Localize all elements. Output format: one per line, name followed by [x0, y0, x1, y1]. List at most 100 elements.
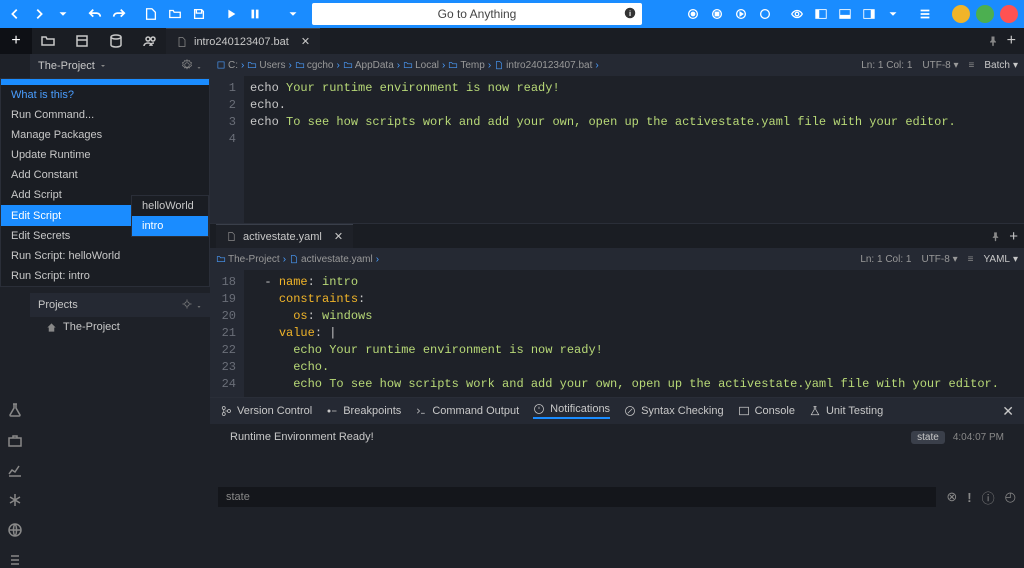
new-file-button[interactable]: [140, 3, 162, 25]
open-file-button[interactable]: [164, 3, 186, 25]
menu-item-run-command[interactable]: Run Command...: [1, 105, 209, 125]
layout-left-button[interactable]: [810, 3, 832, 25]
snowflake-icon[interactable]: [7, 492, 23, 508]
gear-icon[interactable]: [181, 298, 202, 313]
tab-console[interactable]: Console: [738, 405, 795, 417]
tab-bar: + intro240123407.bat ✕ +: [0, 28, 1024, 54]
tab-syntax-checking[interactable]: Syntax Checking: [624, 405, 724, 417]
goto-anything-input[interactable]: Go to Anything i: [312, 3, 642, 25]
notification-source-badge: state: [911, 431, 945, 444]
tool-rail: [0, 392, 30, 568]
save-button[interactable]: [188, 3, 210, 25]
nav-forward-button[interactable]: [28, 3, 50, 25]
tab-unit-testing[interactable]: Unit Testing: [809, 405, 883, 417]
crumb-local[interactable]: Local: [403, 60, 439, 71]
flask-icon[interactable]: [7, 402, 23, 418]
layout-dropdown[interactable]: [882, 3, 904, 25]
error-status-icon[interactable]: ⊗: [946, 489, 957, 505]
project-item-the-project[interactable]: The-Project: [30, 317, 210, 337]
home-icon: [46, 322, 57, 333]
view-toggle-button[interactable]: [786, 3, 808, 25]
globe-icon[interactable]: [7, 522, 23, 538]
encoding-dropdown[interactable]: UTF-8 ▾: [921, 254, 957, 265]
database-icon[interactable]: [108, 33, 124, 49]
redo-button[interactable]: [108, 3, 130, 25]
project-header: The-Project: [30, 54, 210, 78]
submenu-item-hello[interactable]: helloWorld: [132, 196, 208, 216]
command-input[interactable]: [218, 487, 936, 507]
project-item-label: The-Project: [63, 321, 120, 333]
line-gutter: 1234: [210, 76, 244, 223]
layout-bottom-button[interactable]: [834, 3, 856, 25]
menu-item-run-intro[interactable]: Run Script: intro: [1, 266, 209, 286]
sync-status-icon[interactable]: ◴: [1005, 489, 1016, 505]
close-icon[interactable]: ✕: [334, 230, 343, 243]
menu-button[interactable]: [914, 3, 936, 25]
save-macro-button[interactable]: [754, 3, 776, 25]
language-dropdown[interactable]: Batch ▾: [984, 60, 1018, 71]
tab-version-control[interactable]: Version Control: [220, 405, 312, 417]
crumb-temp[interactable]: Temp: [448, 60, 484, 71]
stop-macro-button[interactable]: [706, 3, 728, 25]
tab-notifications[interactable]: Notifications: [533, 403, 610, 419]
close-panel-button[interactable]: ✕: [1002, 403, 1014, 420]
pause-button[interactable]: [244, 3, 266, 25]
warning-status-icon[interactable]: !: [967, 490, 971, 505]
code-lines: echo Your runtime environment is now rea…: [244, 76, 1024, 223]
crumb-project[interactable]: The-Project: [216, 254, 280, 265]
crumb-file[interactable]: activestate.yaml: [289, 254, 373, 265]
code-editor-bat[interactable]: 1234 echo Your runtime environment is no…: [210, 76, 1024, 223]
crumb-appdata[interactable]: AppData: [343, 60, 394, 71]
pin-icon[interactable]: [990, 231, 1001, 242]
file-icon: [226, 231, 237, 242]
run-button[interactable]: [220, 3, 242, 25]
file-tab-intro-bat[interactable]: intro240123407.bat ✕: [166, 28, 320, 54]
new-tab-button[interactable]: +: [0, 28, 32, 54]
projects-label: Projects: [38, 299, 78, 311]
sidebar-view-icons: [32, 28, 166, 54]
notification-time: 4:04:07 PM: [953, 432, 1004, 443]
close-icon[interactable]: ✕: [301, 35, 310, 48]
cursor-pos: Ln: 1 Col: 1: [861, 60, 912, 71]
project-icon[interactable]: [74, 33, 90, 49]
menu-item-add-constant[interactable]: Add Constant: [1, 165, 209, 185]
code-editor-yaml[interactable]: 18192021222324 - name: intro constraints…: [210, 270, 1024, 397]
language-dropdown[interactable]: YAML ▾: [983, 254, 1018, 265]
menu-item-update-runtime[interactable]: Update Runtime: [1, 145, 209, 165]
add-pane-button[interactable]: +: [1009, 228, 1018, 245]
nav-back-button[interactable]: [4, 3, 26, 25]
submenu-item-intro[interactable]: intro: [132, 216, 208, 236]
window-close-button[interactable]: [1000, 5, 1018, 23]
add-pane-button[interactable]: +: [1007, 32, 1016, 50]
layout-right-button[interactable]: [858, 3, 880, 25]
pin-icon[interactable]: [987, 35, 999, 47]
places-icon[interactable]: [40, 33, 56, 49]
record-macro-button[interactable]: [682, 3, 704, 25]
chart-icon[interactable]: [7, 462, 23, 478]
team-icon[interactable]: [142, 33, 158, 49]
play-macro-button[interactable]: [730, 3, 752, 25]
window-maximize-button[interactable]: [976, 5, 994, 23]
crumb-cgcho[interactable]: cgcho: [295, 60, 334, 71]
crumb-users[interactable]: Users: [247, 60, 285, 71]
toolbox-icon[interactable]: [7, 432, 23, 448]
chevron-down-icon[interactable]: [99, 62, 107, 70]
recent-dropdown[interactable]: [52, 3, 74, 25]
line-gutter: 18192021222324: [210, 270, 244, 397]
tab-command-output[interactable]: Command Output: [415, 405, 519, 417]
gear-icon[interactable]: [181, 59, 202, 74]
run-dropdown[interactable]: [282, 3, 304, 25]
encoding-dropdown[interactable]: UTF-8 ▾: [922, 60, 958, 71]
list-icon[interactable]: [7, 552, 23, 568]
crumb-c[interactable]: C:: [216, 60, 238, 71]
info-status-icon[interactable]: ⓘ: [982, 488, 995, 507]
undo-button[interactable]: [84, 3, 106, 25]
menu-item-manage-packages[interactable]: Manage Packages: [1, 125, 209, 145]
tab-breakpoints[interactable]: Breakpoints: [326, 405, 401, 417]
menu-item-run-hello[interactable]: Run Script: helloWorld: [1, 246, 209, 266]
window-minimize-button[interactable]: [952, 5, 970, 23]
tab-label: intro240123407.bat: [194, 36, 289, 48]
file-tab-activestate-yaml[interactable]: activestate.yaml ✕: [216, 224, 353, 248]
menu-item-what-is-this[interactable]: What is this?: [1, 85, 209, 105]
crumb-file[interactable]: intro240123407.bat: [494, 60, 592, 71]
